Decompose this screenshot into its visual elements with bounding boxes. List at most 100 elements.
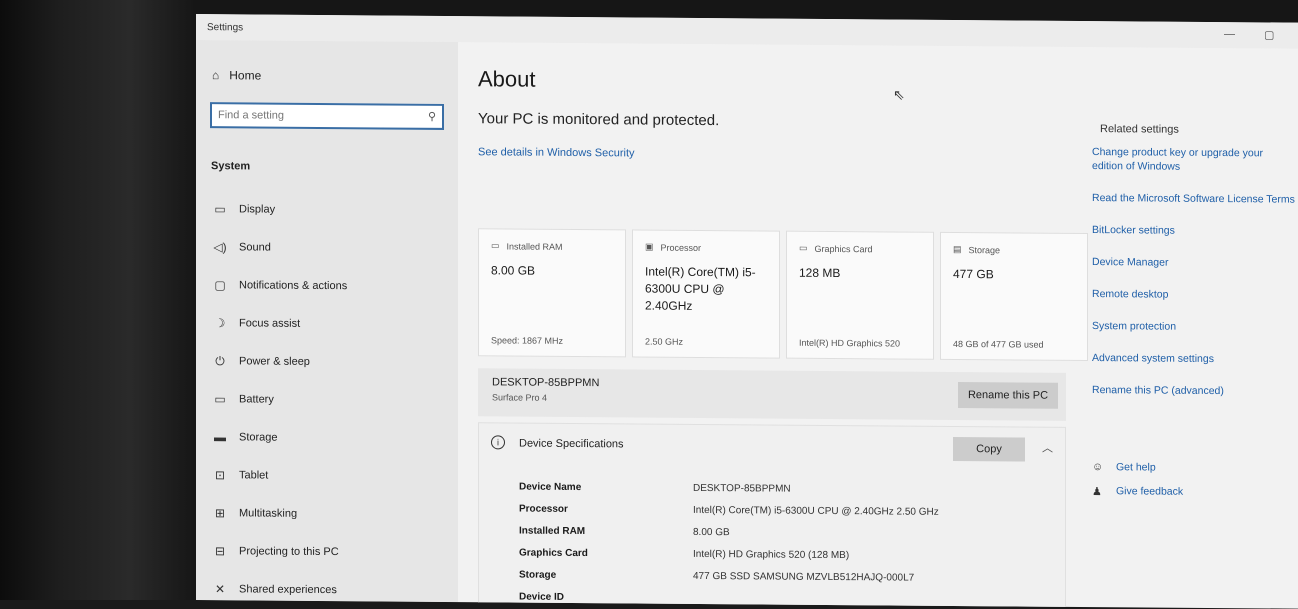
search-icon: ⚲ <box>427 110 436 123</box>
card-footer: Speed: 1867 MHz <box>491 335 564 346</box>
speaker-icon: ◁) <box>213 240 227 255</box>
chevron-up-icon[interactable]: ︿ <box>1042 440 1053 456</box>
card-footer: Intel(R) HD Graphics 520 <box>799 337 901 349</box>
battery-icon: ▭ <box>214 392 226 407</box>
spec-key: Device Name <box>519 481 582 493</box>
advanced-system-settings-link[interactable]: Advanced system settings <box>1092 351 1296 367</box>
spec-key: Storage <box>519 569 557 581</box>
sidebar-item-label: Storage <box>239 431 278 444</box>
card-value: Intel(R) Core(TM) i5-6300U CPU @ 2.40GHz <box>645 264 756 313</box>
sidebar-item-power-sleep[interactable]: ⏻ Power & sleep <box>211 342 451 382</box>
page-title: About <box>478 66 536 92</box>
sidebar-item-notifications[interactable]: ▢ Notifications & actions <box>211 266 451 306</box>
sidebar-item-battery[interactable]: ▭ Battery <box>211 380 451 420</box>
ram-card: ▭ Installed RAM 8.00 GB Speed: 1867 MHz <box>478 228 626 358</box>
sidebar-item-sound[interactable]: ◁) Sound <box>211 228 451 268</box>
get-help-link[interactable]: ☺ Get help <box>1092 455 1183 480</box>
specs-header[interactable]: i Device Specifications Copy ︿ <box>479 423 1065 470</box>
spec-value: Intel(R) Core(TM) i5-6300U CPU @ 2.40GHz… <box>693 504 939 518</box>
search-box[interactable]: ⚲ <box>210 102 444 130</box>
card-footer: 2.50 GHz <box>645 336 684 347</box>
related-links: Change product key or upgrade your editi… <box>1092 145 1296 417</box>
give-feedback-label: Give feedback <box>1116 485 1184 498</box>
card-heading: Graphics Card <box>814 243 873 254</box>
disk-icon: ▤ <box>953 243 962 255</box>
license-terms-link[interactable]: Read the Microsoft Software License Term… <box>1092 191 1296 207</box>
card-value: 8.00 GB <box>491 263 536 278</box>
rename-pc-button[interactable]: Rename this PC <box>958 381 1058 409</box>
spec-key: Device ID <box>519 591 565 603</box>
mouse-cursor-icon: ⇖ <box>893 86 905 103</box>
sidebar-item-label: Power & sleep <box>239 355 310 368</box>
moon-icon: ☽ <box>214 316 226 331</box>
cpu-icon: ▣ <box>645 241 654 252</box>
bitlocker-settings-link[interactable]: BitLocker settings <box>1092 223 1296 239</box>
shared-icon: ✕ <box>214 582 226 597</box>
give-feedback-link[interactable]: ♟ Give feedback <box>1092 479 1183 504</box>
spec-value: 477 GB SSD SAMSUNG MZVLB512HAJQ-000L7 <box>693 570 915 584</box>
device-manager-link[interactable]: Device Manager <box>1092 255 1296 271</box>
card-heading: Processor <box>660 242 702 253</box>
search-input[interactable] <box>212 104 412 128</box>
card-value: 477 GB <box>953 266 994 282</box>
projector-icon: ⊟ <box>214 544 226 559</box>
sidebar-item-label: Battery <box>239 393 274 406</box>
processor-card: ▣ Processor Intel(R) Core(TM) i5-6300U CP… <box>632 229 780 359</box>
home-icon: ⌂ <box>212 68 220 83</box>
card-value: 128 MB <box>799 265 841 281</box>
related-settings-heading: Related settings <box>1100 123 1179 136</box>
sidebar-item-label: Notifications & actions <box>239 279 348 293</box>
section-heading: System <box>211 160 251 173</box>
sidebar-nav: ▭ Display ◁) Sound ▢ Notifications & action… <box>211 190 451 609</box>
spec-cards: ▭ Installed RAM 8.00 GB Speed: 1867 MHz ▣… <box>478 228 1088 362</box>
sidebar-item-storage[interactable]: ▬ Storage <box>211 418 451 458</box>
copy-button[interactable]: Copy <box>953 436 1025 462</box>
home-label: Home <box>229 68 262 83</box>
security-details-link[interactable]: See details in Windows Security <box>478 146 635 159</box>
system-protection-link[interactable]: System protection <box>1092 319 1296 335</box>
sidebar-item-display[interactable]: ▭ Display <box>211 190 451 230</box>
sidebar-item-shared-experiences[interactable]: ✕ Shared experiences <box>211 570 451 609</box>
storage-card: ▤ Storage 477 GB 48 GB of 477 GB used <box>940 231 1088 362</box>
remote-desktop-link[interactable]: Remote desktop <box>1092 287 1296 303</box>
main-content: About Your PC is monitored and protected… <box>458 42 1088 609</box>
device-specifications-panel: i Device Specifications Copy ︿ Device Na… <box>478 422 1066 609</box>
spec-value: Intel(R) HD Graphics 520 (128 MB) <box>693 548 850 561</box>
sidebar-item-label: Focus assist <box>239 317 301 330</box>
sidebar-item-label: Shared experiences <box>239 583 337 597</box>
info-icon: i <box>491 435 505 450</box>
sidebar-item-multitasking[interactable]: ⊞ Multitasking <box>211 494 451 534</box>
sidebar-item-label: Tablet <box>239 469 269 482</box>
get-help-label: Get help <box>1116 461 1156 474</box>
sidebar-item-projecting[interactable]: ⊟ Projecting to this PC <box>211 532 451 572</box>
storage-icon: ▬ <box>214 430 226 445</box>
sidebar-item-label: Display <box>239 203 276 216</box>
maximize-button[interactable]: ▢ <box>1264 28 1274 41</box>
help-links: ☺ Get help ♟ Give feedback <box>1092 455 1183 504</box>
related-settings-panel: Related settings Change product key or u… <box>1088 47 1298 609</box>
pc-name-bar: DESKTOP-85BPPMN Surface Pro 4 Rename thi… <box>478 368 1066 421</box>
card-heading: Installed RAM <box>506 240 563 252</box>
sidebar: ⌂ Home ⚲ System ▭ Display ◁) Sound ▢ Notifi… <box>196 40 458 603</box>
window-title: Settings <box>207 22 244 34</box>
card-heading: Storage <box>968 244 1001 255</box>
display-icon: ▭ <box>214 202 226 217</box>
sidebar-item-label: Projecting to this PC <box>239 545 339 559</box>
gpu-icon: ▭ <box>799 242 808 253</box>
help-icon: ☺ <box>1092 461 1104 474</box>
rename-pc-advanced-link[interactable]: Rename this PC (advanced) <box>1092 383 1296 399</box>
spec-key: Processor <box>519 503 568 515</box>
change-product-key-link[interactable]: Change product key or upgrade your editi… <box>1092 145 1296 175</box>
ram-icon: ▭ <box>491 240 500 251</box>
protection-status: Your PC is monitored and protected. <box>478 110 720 130</box>
feedback-icon: ♟ <box>1092 485 1102 498</box>
home-nav-item[interactable]: ⌂ Home <box>212 68 261 82</box>
minimize-button[interactable]: — <box>1224 28 1235 40</box>
pc-model: Surface Pro 4 <box>492 392 548 403</box>
sidebar-item-focus-assist[interactable]: ☽ Focus assist <box>211 304 451 344</box>
settings-window: Settings — ▢ ⌂ Home ⚲ System ▭ Display ◁)… <box>196 14 1298 609</box>
tablet-icon: ⊡ <box>214 468 226 483</box>
specs-title: Device Specifications <box>519 437 624 451</box>
sidebar-item-tablet[interactable]: ⊡ Tablet <box>211 456 451 496</box>
spec-key: Graphics Card <box>519 547 588 559</box>
